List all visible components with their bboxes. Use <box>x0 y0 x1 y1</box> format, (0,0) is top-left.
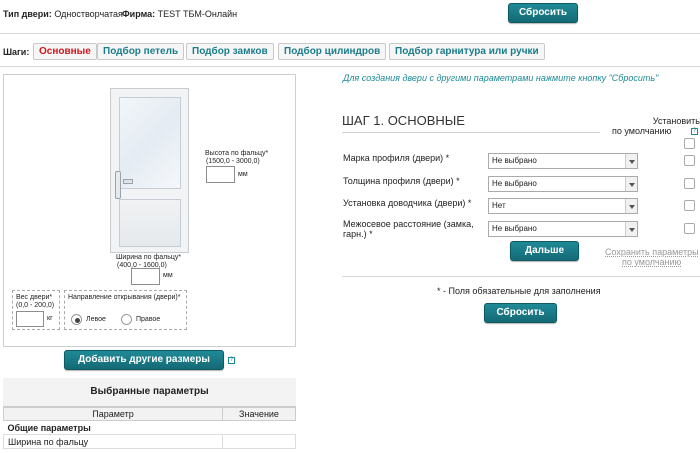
col-value-header: Значение <box>222 407 296 421</box>
step-cylinders[interactable]: Подбор цилиндров <box>278 43 387 60</box>
step-locks[interactable]: Подбор замков <box>186 43 274 60</box>
weight-range: (0,0 - 200,0) <box>16 302 55 309</box>
steps-label: Шаги: <box>3 47 30 57</box>
door-glass <box>119 97 181 189</box>
default-checkbox-header[interactable] <box>684 138 695 149</box>
set-default-header: Установить <box>652 116 700 126</box>
closer-select[interactable]: Нет <box>488 198 638 214</box>
save-defaults-link-2[interactable]: по умолчанию <box>622 257 681 267</box>
chevron-down-icon <box>625 199 637 213</box>
door-lower-panel <box>119 199 181 247</box>
reset-button-top[interactable]: Сбросить <box>508 3 578 23</box>
door-config-panel: Высота по фальцу* (1500,0 - 3000,0) мм Ш… <box>3 74 296 347</box>
chevron-down-icon <box>625 177 637 191</box>
default-checkbox-profile-thickness[interactable] <box>684 178 695 189</box>
axis-distance-select[interactable]: Не выбрано <box>488 221 638 237</box>
reset-hint: Для создания двери с другими параметрами… <box>343 73 659 83</box>
selected-params-panel: Выбранные параметры Параметр Значение Об… <box>3 378 296 453</box>
col-param-header: Параметр <box>3 407 223 421</box>
door-type-label: Тип двери: <box>3 9 52 19</box>
field-label-closer: Установка доводчика (двери) * <box>343 198 472 208</box>
field-label-profile-brand: Марка профиля (двери) * <box>343 153 450 163</box>
firm-label: Фирма: <box>122 9 156 19</box>
set-default-header-2: по умолчанию <box>612 126 672 136</box>
direction-label: Направление открывания (двери)* <box>68 294 181 301</box>
profile-thickness-select[interactable]: Не выбрано <box>488 176 638 192</box>
height-range: (1500,0 - 3000,0) <box>206 158 260 165</box>
profile-brand-select[interactable]: Не выбрано <box>488 153 638 169</box>
help-icon-default[interactable]: ? <box>691 128 698 135</box>
height-input[interactable] <box>206 166 235 183</box>
firm-info: Фирма: TEST ТБМ-Онлайн <box>122 9 237 19</box>
direction-right-label: Правое <box>136 316 161 323</box>
default-checkbox-closer[interactable] <box>684 200 695 211</box>
door-handle-icon <box>115 171 121 199</box>
add-sizes-button[interactable]: Добавить другие размеры <box>64 350 224 370</box>
field-label-axis-distance: Межосевое расстояние (замка, гарн.) * <box>343 219 474 239</box>
width-input[interactable] <box>131 268 160 285</box>
door-type-value: Одностворчатая <box>54 9 123 19</box>
chevron-down-icon <box>625 222 637 236</box>
weight-unit: кг <box>47 315 53 322</box>
params-group-general: Общие параметры <box>7 422 91 433</box>
direction-box: Направление открывания (двери)* Левое Пр… <box>64 290 187 330</box>
help-icon-add-sizes[interactable]: ? <box>228 357 235 364</box>
direction-right-radio[interactable] <box>121 314 132 325</box>
weight-box: Вес двери* (0,0 - 200,0) кг <box>12 290 60 330</box>
field-label-profile-thickness: Толщина профиля (двери) * <box>343 176 460 186</box>
height-unit: мм <box>238 171 248 178</box>
width-label: Ширина по фальцу* <box>116 254 182 261</box>
door-type-info: Тип двери: Одностворчатая <box>3 9 123 19</box>
step-basic[interactable]: Основные <box>33 43 97 60</box>
table-row: Ширина по фальцу <box>3 434 223 449</box>
width-unit: мм <box>163 272 173 279</box>
selected-params-table: Параметр Значение Общие параметры Ширина… <box>3 407 296 449</box>
step-hardware[interactable]: Подбор гарнитура или ручки <box>389 43 545 60</box>
reset-button-bottom[interactable]: Сбросить <box>484 303 557 323</box>
save-defaults-link[interactable]: Сохранить параметры <box>605 247 699 257</box>
firm-value: TEST ТБМ-Онлайн <box>157 9 238 19</box>
step-hinges[interactable]: Подбор петель <box>97 43 185 60</box>
steps-divider <box>0 66 700 67</box>
next-button[interactable]: Дальше <box>510 241 579 261</box>
door-image <box>110 88 189 253</box>
direction-left-radio[interactable] <box>71 314 82 325</box>
height-label: Высота по фальцу* <box>205 150 269 157</box>
selected-params-title: Выбранные параметры <box>90 386 209 397</box>
weight-label: Вес двери* <box>16 294 53 301</box>
header-divider <box>0 33 700 34</box>
required-note: * - Поля обязательные для заполнения <box>437 286 601 296</box>
chevron-down-icon <box>625 154 637 168</box>
default-checkbox-profile-brand[interactable] <box>684 155 695 166</box>
direction-left-label: Левое <box>86 316 106 323</box>
default-checkbox-axis-distance[interactable] <box>684 223 695 234</box>
step-title: ШАГ 1. ОСНОВНЫЕ <box>342 113 465 128</box>
weight-input[interactable] <box>16 311 44 327</box>
